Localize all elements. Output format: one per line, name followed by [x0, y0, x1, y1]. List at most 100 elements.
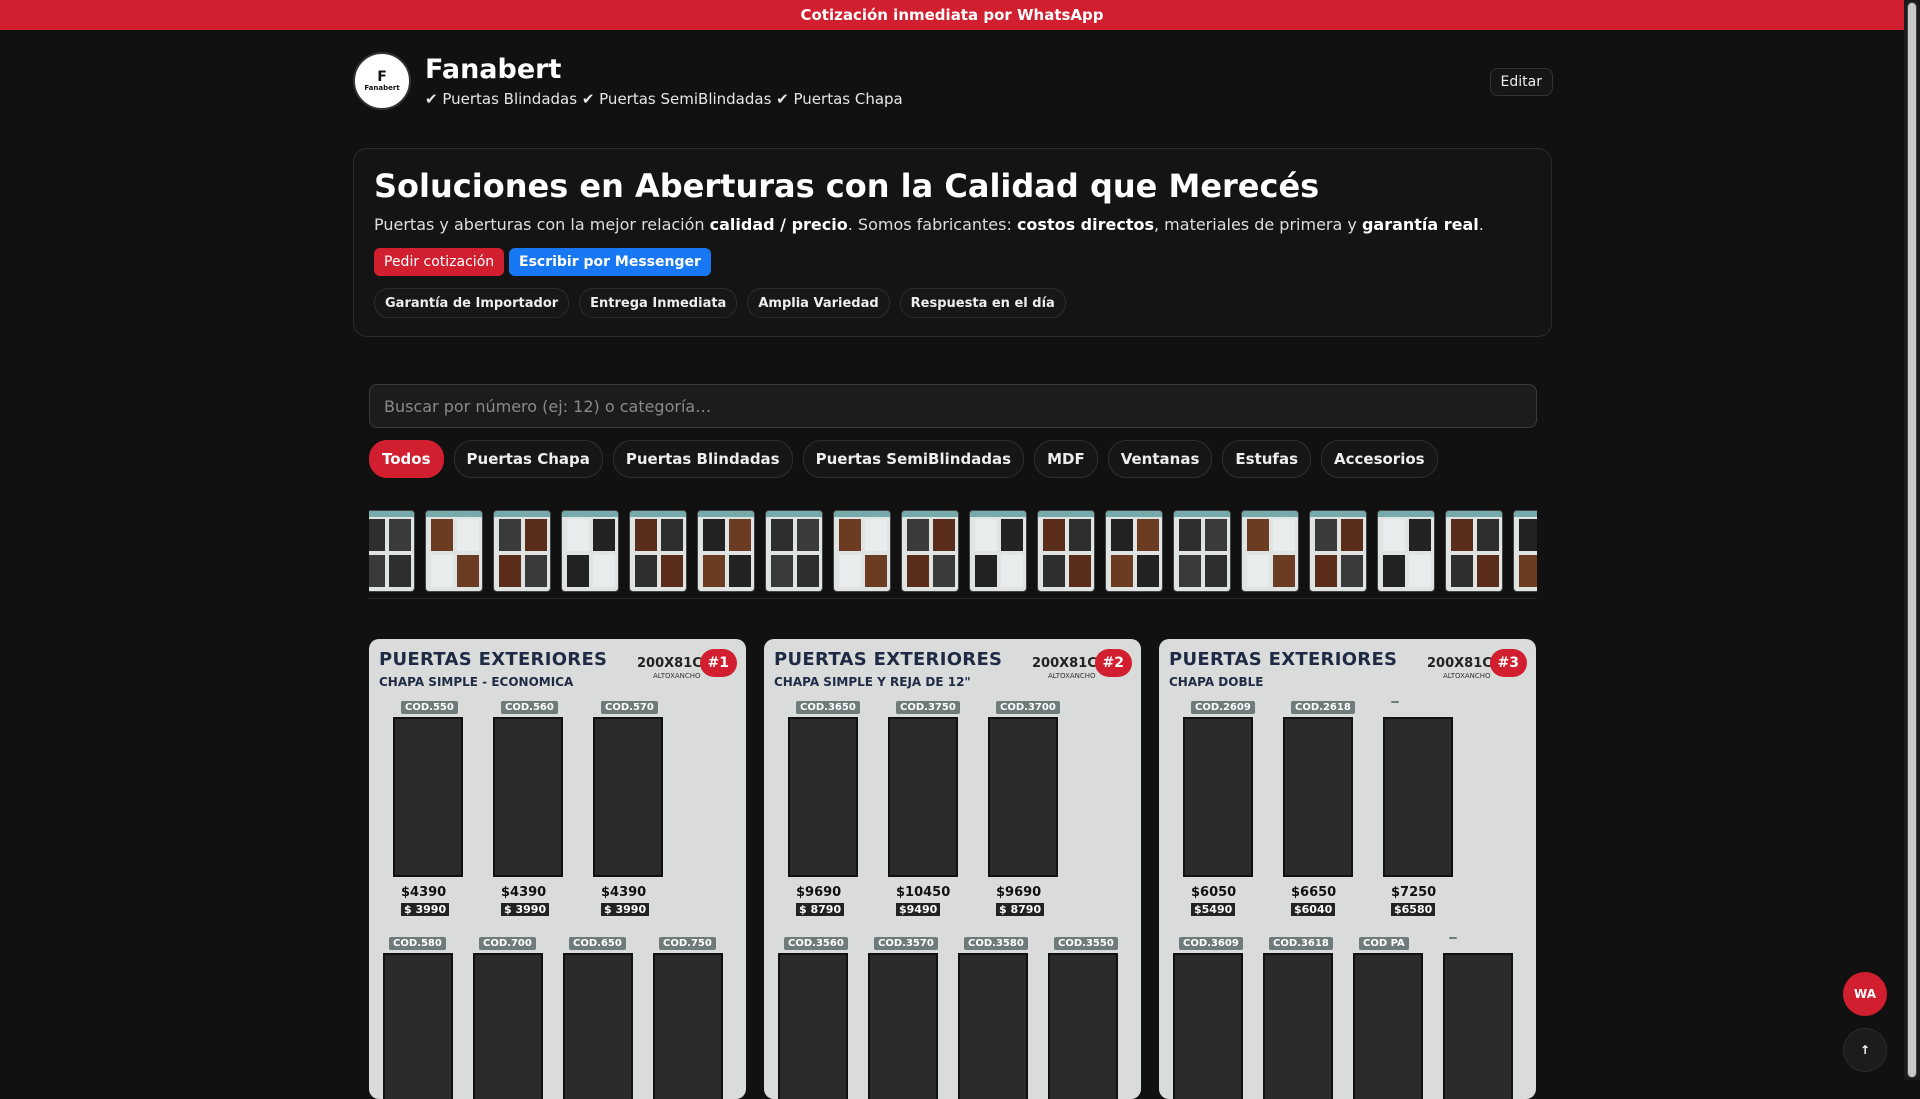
- door-code: COD.3750: [896, 701, 960, 714]
- door-price: $10450: [896, 885, 951, 900]
- logo-mark: F: [377, 68, 387, 85]
- card-title: PUERTAS EXTERIORES: [774, 649, 1003, 670]
- door-code: COD.650: [569, 937, 626, 950]
- card-number-badge: #1: [699, 649, 737, 677]
- messenger-button[interactable]: Escribir por Messenger: [509, 248, 711, 276]
- thumbnail-item[interactable]: [1173, 510, 1231, 592]
- door-code: COD.3609: [1179, 937, 1243, 950]
- card-dimensions-label: ALTOXANCHO: [1443, 672, 1491, 680]
- scroll-top-button[interactable]: ↑: [1843, 1028, 1887, 1072]
- door-price: $4390: [401, 885, 447, 900]
- thumbnail-item[interactable]: [901, 510, 959, 592]
- door-code: [1449, 937, 1457, 939]
- thumbnail-item[interactable]: [1445, 510, 1503, 592]
- door-image: [868, 953, 938, 1099]
- door-code: COD PA: [1359, 937, 1409, 950]
- thumbnail-item[interactable]: [1241, 510, 1299, 592]
- card-number-badge: #3: [1489, 649, 1527, 677]
- hero-desc-bold: costos directos: [1016, 215, 1154, 234]
- thumbnail-item[interactable]: [561, 510, 619, 592]
- whatsapp-button[interactable]: WA: [1843, 972, 1887, 1016]
- thumbnail-row: [369, 510, 1537, 592]
- door-image: [988, 717, 1058, 877]
- door-image: [958, 953, 1028, 1099]
- filter-puertas-blindadas[interactable]: Puertas Blindadas: [612, 440, 793, 478]
- door-code: COD.700: [479, 937, 536, 950]
- filter-estufas[interactable]: Estufas: [1222, 440, 1311, 478]
- thumbnail-strip[interactable]: [369, 510, 1537, 594]
- door-code: COD.3700: [996, 701, 1060, 714]
- brand-logo[interactable]: F Fanabert: [353, 52, 411, 110]
- badge-variety: Amplia Variedad: [747, 288, 890, 318]
- scrollbar-thumb[interactable]: [1907, 2, 1917, 1078]
- catalog-card-1[interactable]: PUERTAS EXTERIORES CHAPA SIMPLE - ECONOMI…: [369, 639, 746, 1099]
- door-code: COD.570: [601, 701, 658, 714]
- door-image: [1353, 953, 1423, 1099]
- door-code: COD.2618: [1291, 701, 1355, 714]
- thumbnail-item[interactable]: [697, 510, 755, 592]
- badge-warranty: Garantía de Importador: [374, 288, 570, 318]
- search-input[interactable]: [369, 384, 1537, 428]
- brand-name: Fanabert: [425, 54, 562, 85]
- door-image: [1183, 717, 1253, 877]
- thumbnail-item[interactable]: [969, 510, 1027, 592]
- door-price-cash: $ 3990: [501, 903, 550, 916]
- card-dimensions-label: ALTOXANCHO: [653, 672, 701, 680]
- filter-mdf[interactable]: MDF: [1034, 440, 1098, 478]
- thumbnail-item[interactable]: [1513, 510, 1537, 592]
- thumbnail-item[interactable]: [629, 510, 687, 592]
- divider: [369, 598, 1537, 599]
- door-price: $6050: [1191, 885, 1237, 900]
- door-price: $4390: [501, 885, 547, 900]
- catalog-card-2[interactable]: PUERTAS EXTERIORES CHAPA SIMPLE Y REJA DE…: [764, 639, 1141, 1099]
- door-code: COD.3570: [874, 937, 938, 950]
- page-scrollbar[interactable]: [1904, 0, 1920, 1080]
- door-image: [653, 953, 723, 1099]
- door-image: [593, 717, 663, 877]
- feature-badges: Garantía de Importador Entrega Inmediata…: [374, 288, 1066, 318]
- thumbnail-item[interactable]: [833, 510, 891, 592]
- filter-todos[interactable]: Todos: [369, 440, 444, 478]
- thumbnail-item[interactable]: [1037, 510, 1095, 592]
- card-title: PUERTAS EXTERIORES: [379, 649, 608, 670]
- door-image: [888, 717, 958, 877]
- thumbnail-item[interactable]: [765, 510, 823, 592]
- door-code: COD.550: [401, 701, 458, 714]
- door-image: [563, 953, 633, 1099]
- filter-ventanas[interactable]: Ventanas: [1107, 440, 1213, 478]
- edit-button[interactable]: Editar: [1489, 68, 1553, 96]
- thumbnail-item[interactable]: [1105, 510, 1163, 592]
- thumbnail-item[interactable]: [1309, 510, 1367, 592]
- hero-desc-bold: garantía real: [1361, 215, 1479, 234]
- door-code: COD.3618: [1269, 937, 1333, 950]
- promo-banner[interactable]: Cotización inmediata por WhatsApp: [0, 0, 1904, 30]
- filter-puertas-semiblindadas[interactable]: Puertas SemiBlindadas: [802, 440, 1025, 478]
- door-code: COD.750: [659, 937, 716, 950]
- catalog-card-3[interactable]: PUERTAS EXTERIORES CHAPA DOBLE 200X81CM ALT…: [1159, 639, 1536, 1099]
- site-header: F Fanabert Fanabert ✔ Puertas Blindadas …: [353, 52, 1553, 112]
- card-door-grid: COD.3650 $9690 $ 8790 COD.3750 $10450 $9490 CO…: [764, 689, 1141, 1099]
- door-price-cash: $ 8790: [996, 903, 1045, 916]
- promo-banner-text: Cotización inmediata por WhatsApp: [800, 6, 1104, 24]
- thumbnail-item[interactable]: [493, 510, 551, 592]
- card-door-grid: COD.2609 $6050 $5490 COD.2618 $6650 $6040 $725…: [1159, 689, 1536, 1099]
- card-title: PUERTAS EXTERIORES: [1169, 649, 1398, 670]
- door-code: COD.3560: [784, 937, 848, 950]
- thumbnail-item[interactable]: [425, 510, 483, 592]
- filter-puertas-chapa[interactable]: Puertas Chapa: [453, 440, 603, 478]
- door-image: [1283, 717, 1353, 877]
- filter-accesorios[interactable]: Accesorios: [1321, 440, 1438, 478]
- category-filters: Todos Puertas Chapa Puertas Blindadas Pu…: [369, 440, 1438, 478]
- thumbnail-item[interactable]: [369, 510, 415, 592]
- door-price: $4390: [601, 885, 647, 900]
- door-price-cash: $6580: [1391, 903, 1436, 916]
- hero-desc-bold: calidad / precio: [709, 215, 848, 234]
- logo-wordmark: Fanabert: [364, 83, 400, 92]
- card-door-grid: COD.550 $4390 $ 3990 COD.560 $4390 $ 3990 COD.…: [369, 689, 746, 1099]
- door-image: [1048, 953, 1118, 1099]
- door-image: [1383, 717, 1453, 877]
- card-subtitle: CHAPA SIMPLE - ECONOMICA: [379, 675, 574, 689]
- request-quote-button[interactable]: Pedir cotización: [374, 248, 505, 276]
- badge-response: Respuesta en el día: [899, 288, 1066, 318]
- thumbnail-item[interactable]: [1377, 510, 1435, 592]
